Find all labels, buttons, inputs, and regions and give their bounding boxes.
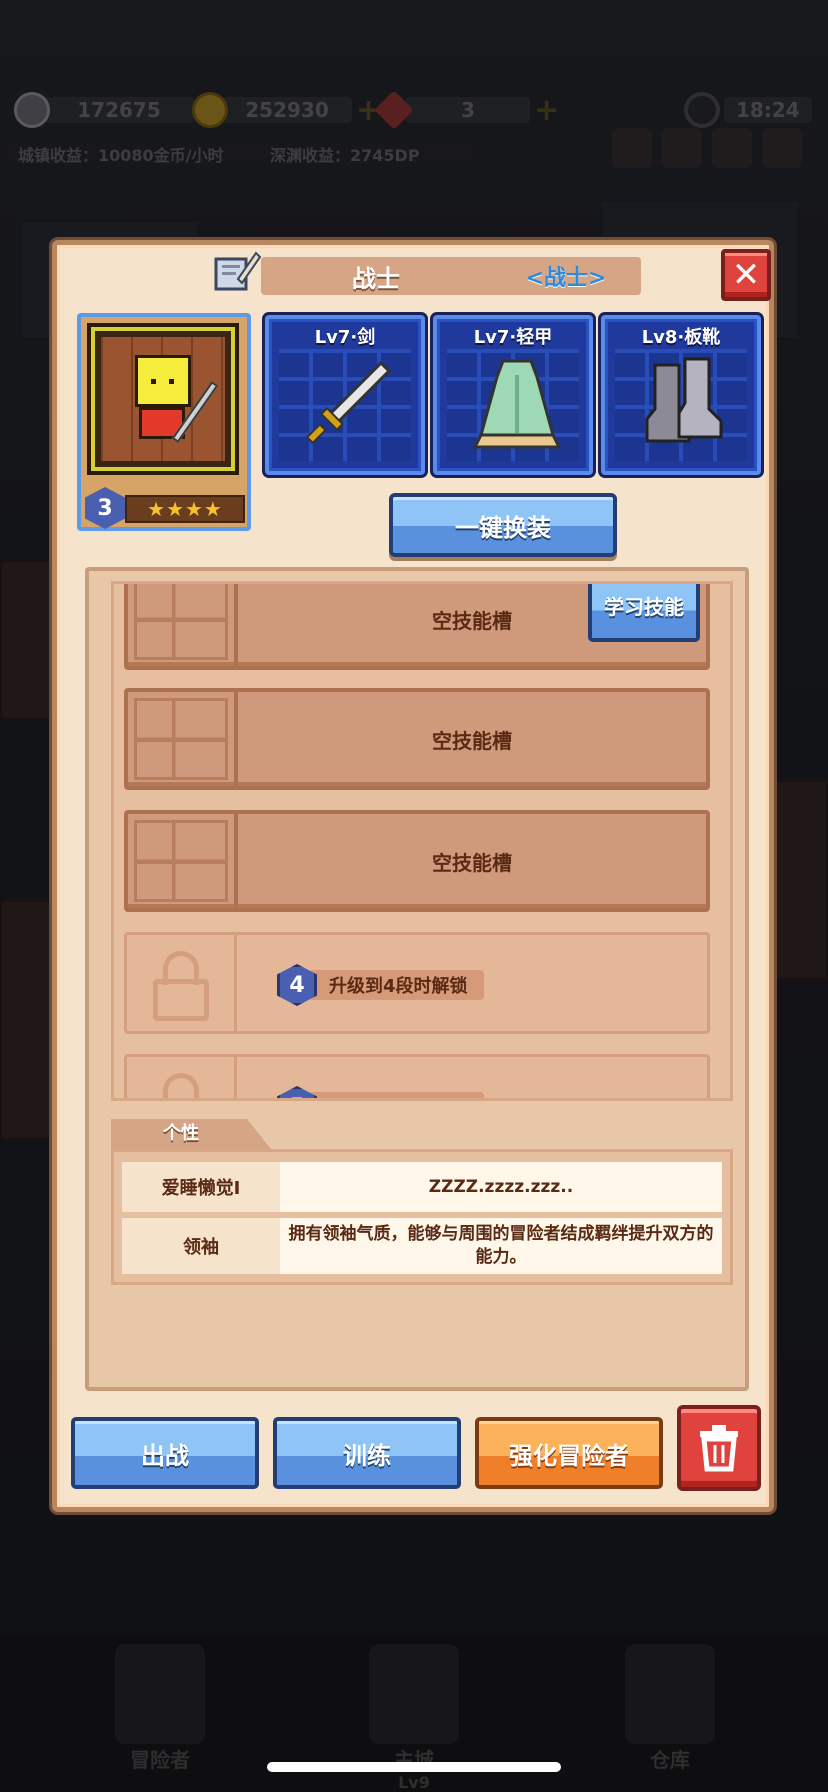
- enhance-label: 强化冒险者: [509, 1441, 629, 1470]
- adventurer-portrait[interactable]: 3 ★★★★: [77, 313, 251, 531]
- stamina-icon: [14, 92, 50, 128]
- lock-icon: [149, 1073, 213, 1098]
- learn-skill-button[interactable]: 学习技能: [588, 584, 700, 642]
- skill-slot-label: 空技能槽: [432, 728, 512, 753]
- title-plate: 战士 <战士>: [261, 257, 641, 295]
- adventurer-dialog: 战士 <战士> ✕ 3 ★★★★ Lv7·剑 Lv7·轻甲 Lv8·板靴 一键换…: [52, 240, 774, 1512]
- skill-slot-2[interactable]: 空技能槽: [124, 688, 710, 790]
- equip-boots-label: Lv8·板靴: [641, 327, 721, 348]
- empty-skill-icon: [134, 698, 228, 780]
- equip-slot-weapon[interactable]: Lv7·剑: [265, 315, 425, 475]
- trait-description: ZZZZ.zzzz.zzz..: [280, 1162, 722, 1212]
- skill-slot-locked-4: 4 升级到4段时解锁: [124, 932, 710, 1034]
- lock-icon: [149, 951, 213, 1021]
- trait-description: 拥有领袖气质，能够与周围的冒险者结成羁绊提升双方的能力。: [280, 1218, 722, 1274]
- dismiss-adventurer-button[interactable]: [677, 1405, 761, 1491]
- light-armor-icon: [472, 359, 562, 449]
- skill-slot-1[interactable]: 空技能槽 学习技能: [124, 584, 710, 670]
- trait-row: 爱睡懒觉I ZZZZ.zzzz.zzz..: [122, 1162, 722, 1212]
- trait-row: 领袖 拥有领袖气质，能够与周围的冒险者结成羁绊提升双方的能力。: [122, 1218, 722, 1274]
- train-label: 训练: [343, 1441, 391, 1470]
- deploy-button[interactable]: 出战: [71, 1417, 259, 1489]
- home-indicator[interactable]: [267, 1762, 561, 1772]
- rename-quill-icon[interactable]: [212, 249, 262, 295]
- deploy-label: 出战: [141, 1441, 189, 1470]
- skill-slot-label: 空技能槽: [432, 850, 512, 875]
- portrait-frame: [91, 327, 235, 471]
- close-icon: ✕: [731, 255, 761, 295]
- skills-panel: 空技能槽 学习技能 空技能槽 空技能槽 4 升级到4段时解锁 个性 爱睡懒觉I …: [85, 567, 749, 1391]
- traits-table: 爱睡懒觉I ZZZZ.zzzz.zzz.. 领袖 拥有领袖气质，能够与周围的冒险…: [111, 1149, 733, 1285]
- adventurer-class: <战士>: [525, 266, 607, 291]
- adventurer-name: 战士: [352, 264, 400, 293]
- trait-name: 爱睡懒觉I: [122, 1162, 280, 1212]
- dialog-header: 战士 <战士> ✕: [57, 245, 771, 307]
- plate-boots-icon: [645, 357, 723, 443]
- unlock-text: 升级到5段时解锁: [311, 1092, 484, 1098]
- hero-sprite: [135, 355, 191, 407]
- skill-slot-3[interactable]: 空技能槽: [124, 810, 710, 912]
- close-button[interactable]: ✕: [721, 249, 771, 301]
- stage-badge: 3: [85, 487, 125, 529]
- gold-coin-icon: [192, 92, 228, 128]
- equip-all-label: 一键换装: [455, 513, 551, 542]
- unlock-requirement: 5 升级到5段时解锁: [277, 1086, 484, 1098]
- traits-tab: 个性: [111, 1119, 271, 1149]
- sword-icon: [305, 360, 392, 445]
- unlock-requirement: 4 升级到4段时解锁: [277, 964, 484, 1006]
- trash-icon: [700, 1425, 738, 1472]
- unlock-text: 升级到4段时解锁: [311, 970, 484, 1000]
- skill-slot-locked-5: 5 升级到5段时解锁: [124, 1054, 710, 1098]
- enhance-adventurer-button[interactable]: 强化冒险者: [475, 1417, 663, 1489]
- trait-name: 领袖: [122, 1218, 280, 1274]
- equip-armor-label: Lv7·轻甲: [473, 327, 553, 348]
- equip-slot-boots[interactable]: Lv8·板靴: [601, 315, 761, 475]
- star-rating: ★★★★: [125, 495, 245, 523]
- empty-skill-icon: [134, 820, 228, 902]
- equip-slot-armor[interactable]: Lv7·轻甲: [433, 315, 593, 475]
- learn-skill-label: 学习技能: [604, 594, 684, 619]
- empty-skill-icon: [134, 584, 228, 660]
- equip-weapon-label: Lv7·剑: [314, 327, 376, 348]
- skill-slot-list[interactable]: 空技能槽 学习技能 空技能槽 空技能槽 4 升级到4段时解锁: [111, 581, 733, 1101]
- equip-all-button[interactable]: 一键换装: [389, 493, 617, 557]
- stage-hex-icon: 5: [277, 1086, 317, 1098]
- train-button[interactable]: 训练: [273, 1417, 461, 1489]
